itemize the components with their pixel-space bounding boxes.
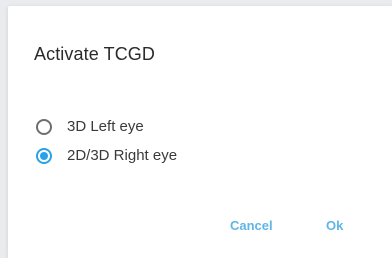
radio-unchecked-icon[interactable] — [36, 118, 52, 135]
dialog-actions: Cancel Ok — [8, 216, 392, 240]
dialog-title: Activate TCGD — [34, 44, 155, 64]
activate-tcgd-dialog: Activate TCGD 3D Left eye 2D/3D Right ey… — [8, 6, 392, 258]
ok-button[interactable]: Ok — [322, 216, 347, 235]
option-label: 3D Left eye — [67, 118, 144, 135]
option-label: 2D/3D Right eye — [67, 147, 178, 164]
option-3d-left-eye[interactable]: 3D Left eye — [36, 118, 144, 135]
radio-checked-icon[interactable] — [36, 147, 52, 164]
cancel-button[interactable]: Cancel — [226, 216, 277, 235]
option-2d3d-right-eye[interactable]: 2D/3D Right eye — [36, 147, 177, 164]
